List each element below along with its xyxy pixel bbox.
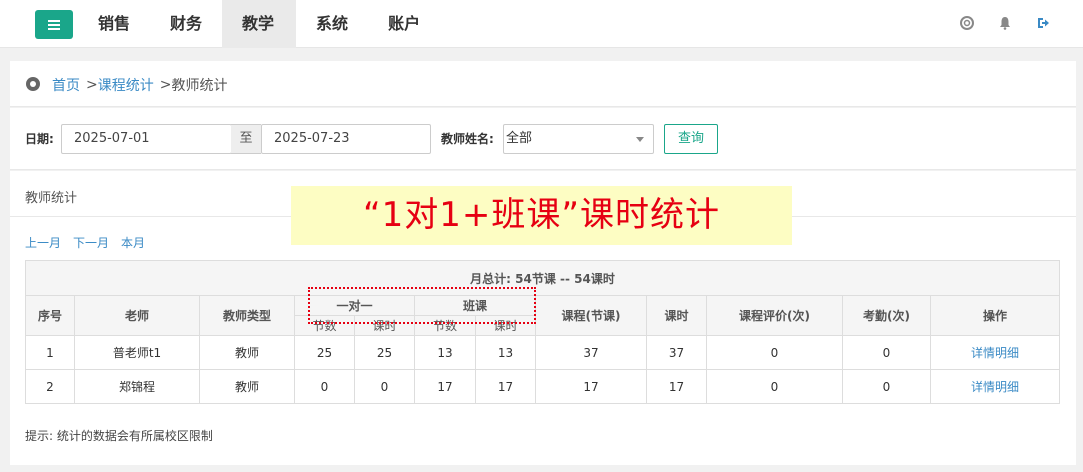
date-label: 日期:	[25, 132, 54, 146]
cell-type: 教师	[199, 369, 295, 404]
breadcrumb-course-link[interactable]: 课程统计	[98, 75, 154, 95]
cell-teacher: 普老师t1	[74, 335, 200, 370]
teacher-stats-table: 月总计: 54节课 -- 54课时 序号 老师 教师类型 一对一 班课 课程(节…	[24, 260, 1061, 404]
cell-class-hours: 17	[475, 369, 536, 404]
breadcrumb-separator: >	[86, 77, 98, 93]
cell-one-on-one-sections: 0	[294, 369, 355, 404]
col-evaluation: 课程评价(次)	[706, 295, 843, 336]
month-total-value: 54节课 -- 54课时	[515, 271, 615, 286]
logout-icon[interactable]	[1036, 16, 1050, 30]
teacher-name-label: 教师姓名:	[441, 132, 494, 146]
menu-toggle-button[interactable]	[35, 10, 73, 39]
cell-attendance: 0	[842, 335, 931, 370]
col-teacher: 老师	[74, 295, 200, 336]
date-to-input[interactable]: 2025-07-23	[261, 124, 431, 154]
header-row: 序号 老师 教师类型 一对一 班课 课程(节课) 课时 课程评价(次) 考勤(次…	[25, 295, 1061, 336]
main-nav: 销售 财务 教学 系统 账户	[78, 0, 440, 48]
breadcrumb-separator: >	[159, 77, 172, 93]
bell-icon[interactable]	[998, 16, 1012, 30]
filter-panel: 日期: 2025-07-01 至 2025-07-23 教师姓名: 全部 查询	[10, 108, 1076, 170]
cell-class-sections: 13	[414, 335, 476, 370]
detail-link[interactable]: 详情明细	[929, 335, 1061, 370]
table-row: 2 郑锦程 教师 0 0 17 17 17 17 0 0 详情明细	[25, 369, 1061, 404]
location-pin-icon	[26, 77, 40, 91]
date-from-input[interactable]: 2025-07-01	[61, 124, 232, 154]
cell-one-on-one-hours: 25	[354, 335, 415, 370]
menu-icon	[48, 20, 60, 22]
cell-class-sections: 17	[414, 369, 476, 404]
nav-item-sales[interactable]: 销售	[78, 0, 150, 48]
cell-evaluation: 0	[706, 335, 843, 370]
month-total-label: 月总计:	[470, 271, 511, 286]
nav-item-account[interactable]: 账户	[368, 0, 440, 48]
cell-type: 教师	[199, 335, 295, 370]
col-one-on-one-sections: 节数	[294, 315, 355, 336]
col-class-sections: 节数	[414, 315, 476, 336]
detail-link[interactable]: 详情明细	[929, 369, 1061, 404]
nav-item-system[interactable]: 系统	[296, 0, 368, 48]
total-row: 月总计: 54节课 -- 54课时	[24, 260, 1061, 296]
date-range-separator: 至	[231, 124, 261, 154]
cell-course-hours: 17	[646, 369, 707, 404]
cell-one-on-one-hours: 0	[354, 369, 415, 404]
hint-text: 提示: 统计的数据会有所属校区限制	[25, 429, 213, 443]
col-group-one-on-one: 一对一	[294, 295, 415, 316]
cell-class-hours: 13	[475, 335, 536, 370]
cell-one-on-one-sections: 25	[294, 335, 355, 370]
chevron-down-icon	[636, 137, 644, 142]
this-month-link[interactable]: 本月	[121, 234, 145, 251]
annotation-banner: “1对1+班课”课时统计	[291, 186, 792, 245]
cell-course-sections: 37	[535, 335, 647, 370]
col-one-on-one-hours: 课时	[354, 315, 415, 336]
month-links: 上一月 下一月 本月	[25, 234, 145, 251]
next-month-link[interactable]: 下一月	[73, 234, 109, 251]
breadcrumb-home-link[interactable]: 首页	[52, 75, 80, 95]
cell-evaluation: 0	[706, 369, 843, 404]
cell-teacher: 郑锦程	[74, 369, 200, 404]
stats-panel: 教师统计 “1对1+班课”课时统计 上一月 下一月 本月 月总计: 54节课 -…	[10, 171, 1076, 465]
breadcrumb-current: 教师统计	[171, 78, 228, 94]
cell-course-hours: 37	[646, 335, 707, 370]
cell-index: 1	[25, 335, 75, 370]
col-teacher-type: 教师类型	[199, 295, 295, 336]
menu-icon-line	[48, 28, 60, 30]
col-class-hours: 课时	[475, 315, 536, 336]
table-row: 1 普老师t1 教师 25 25 13 13 37 37 0 0 详情明细	[25, 335, 1061, 370]
menu-icon-line	[48, 24, 60, 26]
col-attendance: 考勤(次)	[842, 295, 931, 336]
breadcrumb-panel: 首页 > 课程统计 > 教师统计	[10, 61, 1076, 107]
cell-index: 2	[25, 369, 75, 404]
cell-course-sections: 17	[535, 369, 647, 404]
breadcrumb: 首页 > 课程统计 > 教师统计	[25, 75, 227, 95]
col-course-hours: 课时	[646, 295, 707, 336]
stats-title: 教师统计	[25, 191, 78, 206]
col-group-class: 班课	[414, 295, 536, 316]
top-icons	[960, 16, 1050, 30]
month-total-cell: 月总计: 54节课 -- 54课时	[24, 260, 1061, 296]
nav-item-teaching[interactable]: 教学	[222, 0, 297, 48]
top-navbar: 销售 财务 教学 系统 账户	[0, 0, 1083, 48]
nav-item-finance[interactable]: 财务	[150, 0, 222, 48]
teacher-select-value: 全部	[506, 131, 533, 146]
col-course-sections: 课程(节课)	[535, 295, 647, 336]
query-button[interactable]: 查询	[664, 124, 718, 154]
prev-month-link[interactable]: 上一月	[25, 234, 61, 251]
col-index: 序号	[25, 295, 75, 336]
lifebuoy-icon[interactable]	[960, 16, 974, 30]
teacher-select[interactable]: 全部	[503, 124, 654, 154]
col-action: 操作	[929, 295, 1061, 336]
cell-attendance: 0	[842, 369, 931, 404]
